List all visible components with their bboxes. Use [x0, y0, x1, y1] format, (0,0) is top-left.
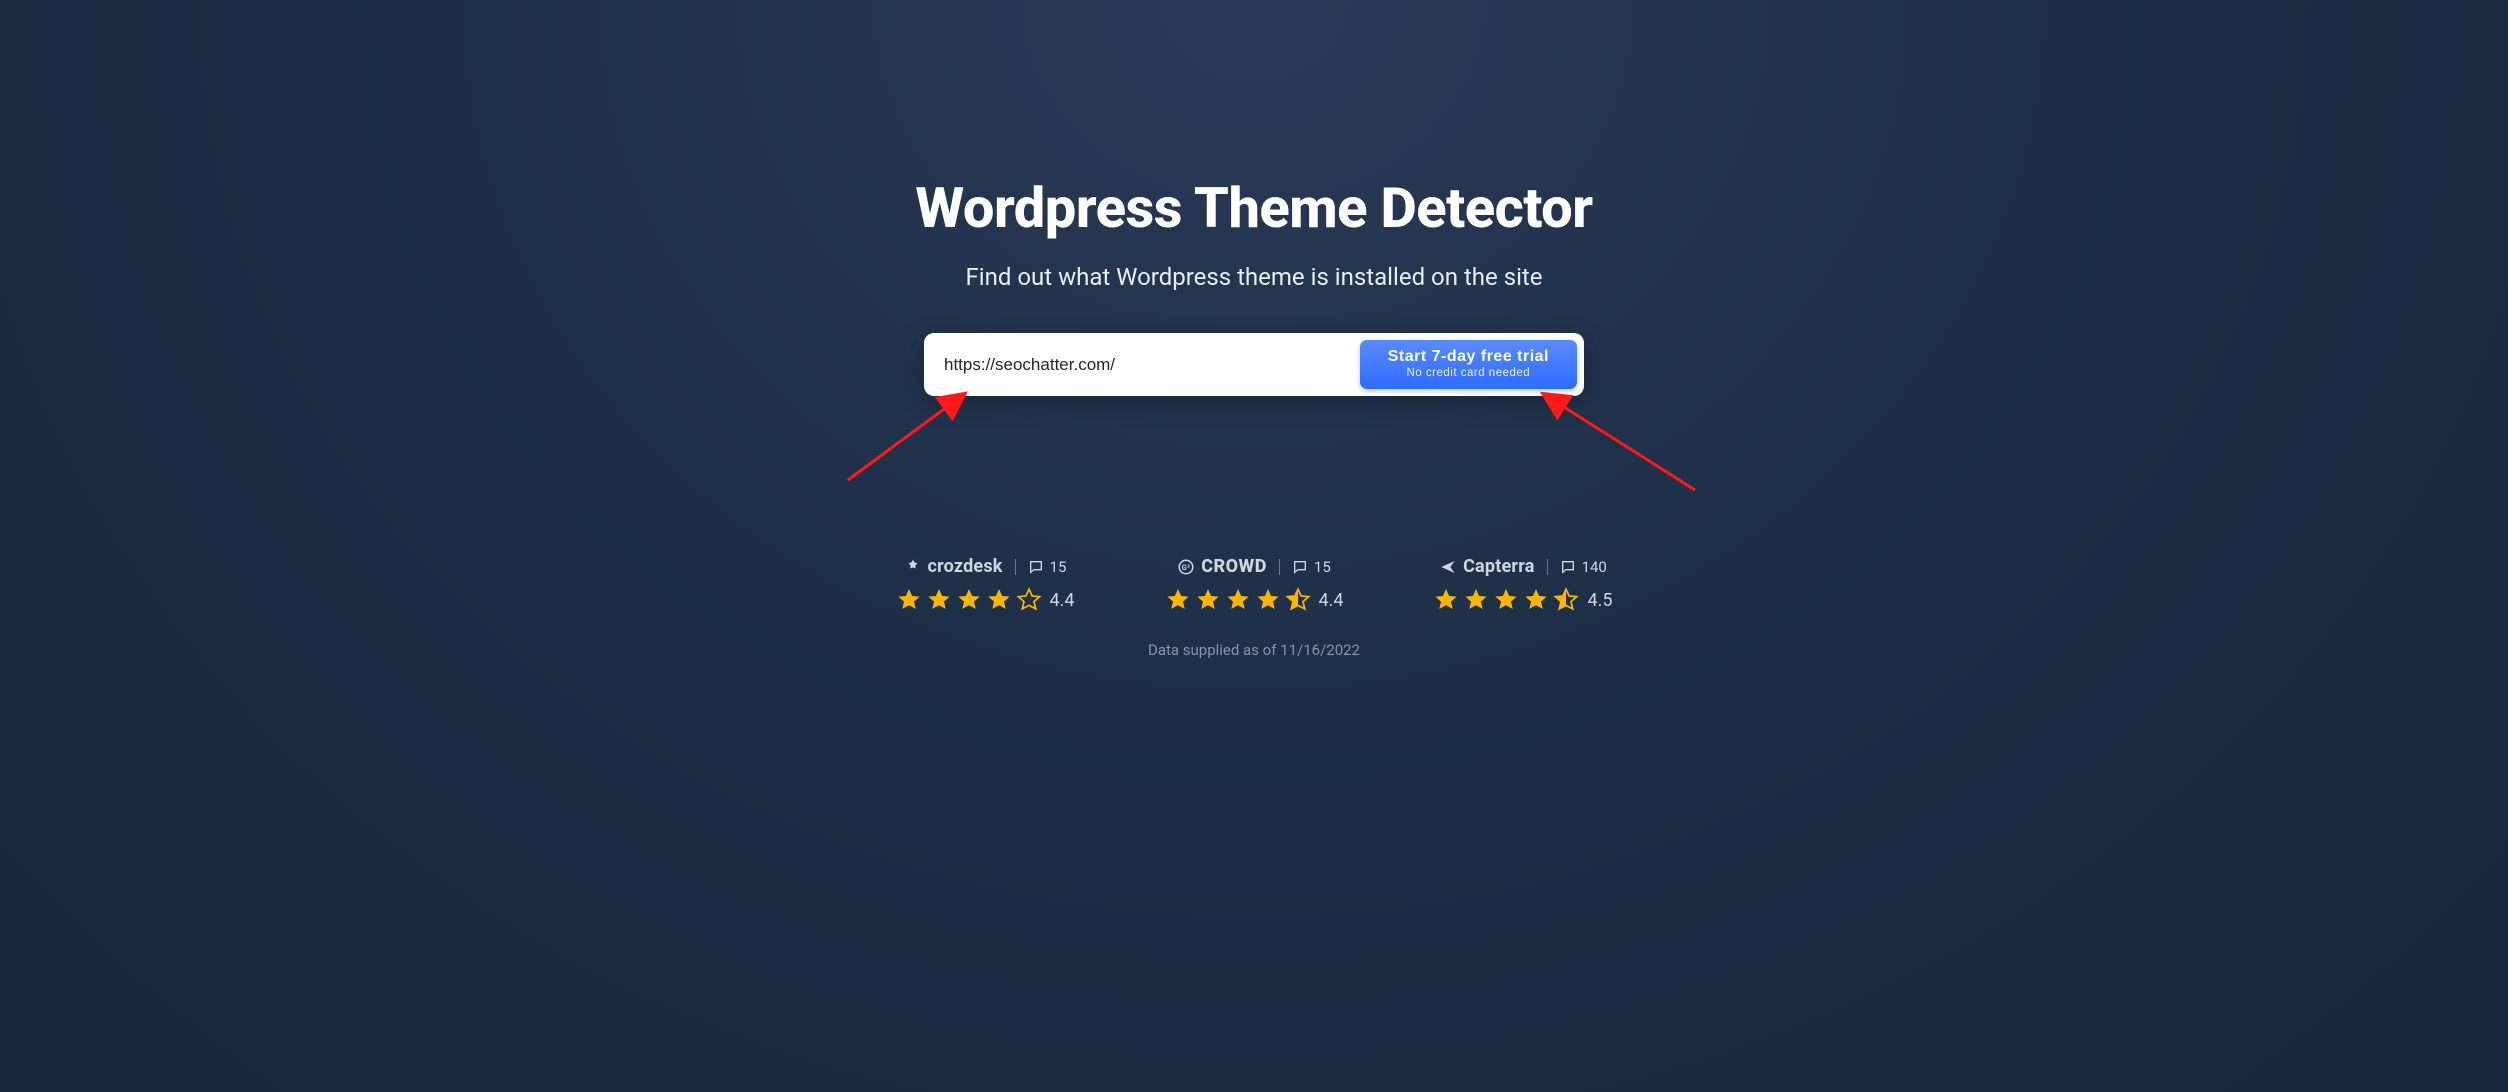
rating-crozdesk: crozdesk 15 4.4 [896, 556, 1075, 613]
stars-row: 4.5 [1433, 587, 1612, 613]
brand-text: CROWD [1201, 556, 1267, 577]
page-subtitle: Find out what Wordpress theme is install… [470, 263, 2038, 291]
cta-main-label: Start 7-day free trial [1388, 348, 1549, 366]
rating-brand-row: crozdesk 15 [904, 556, 1067, 577]
stars [1433, 587, 1579, 613]
reviews-number: 15 [1314, 558, 1331, 576]
brand-text: Capterra [1463, 556, 1534, 577]
divider [1279, 559, 1280, 575]
hero-section: Wordpress Theme Detector Find out what W… [470, 0, 2038, 659]
divider [1547, 559, 1548, 575]
rating-score: 4.4 [1050, 590, 1075, 611]
svg-text:G²: G² [1182, 563, 1191, 572]
reviews-count: 15 [1292, 558, 1331, 576]
page-title: Wordpress Theme Detector [470, 175, 2038, 241]
brand-text: crozdesk [928, 556, 1003, 577]
annotation-arrow-left-icon [843, 385, 983, 485]
annotation-arrow-right-icon [1530, 385, 1700, 495]
stars-row: 4.4 [896, 587, 1075, 613]
rating-capterra: Capterra 140 4.5 [1433, 556, 1612, 613]
crozdesk-icon [904, 558, 922, 576]
data-supplied-note: Data supplied as of 11/16/2022 [470, 641, 2038, 659]
stars [1165, 587, 1311, 613]
brand-label: crozdesk [904, 556, 1003, 577]
rating-g2crowd: G² CROWD 15 4.4 [1165, 556, 1344, 613]
capterra-icon [1439, 558, 1457, 576]
stars-row: 4.4 [1165, 587, 1344, 613]
g2-icon: G² [1177, 558, 1195, 576]
rating-brand-row: Capterra 140 [1439, 556, 1607, 577]
rating-score: 4.4 [1319, 590, 1344, 611]
brand-label: G² CROWD [1177, 556, 1267, 577]
rating-score: 4.5 [1587, 590, 1612, 611]
divider [1015, 559, 1016, 575]
chat-icon [1560, 559, 1576, 575]
chat-icon [1292, 559, 1308, 575]
reviews-number: 140 [1582, 558, 1607, 576]
reviews-count: 15 [1028, 558, 1067, 576]
ratings-row: crozdesk 15 4.4 G² [470, 556, 2038, 613]
reviews-count: 140 [1560, 558, 1607, 576]
chat-icon [1028, 559, 1044, 575]
brand-label: Capterra [1439, 556, 1534, 577]
cta-sub-label: No credit card needed [1388, 367, 1549, 379]
start-trial-button[interactable]: Start 7-day free trial No credit card ne… [1360, 340, 1577, 389]
url-input[interactable] [944, 343, 1350, 387]
stars [896, 587, 1042, 613]
rating-brand-row: G² CROWD 15 [1177, 556, 1331, 577]
url-form: Start 7-day free trial No credit card ne… [924, 333, 1584, 396]
reviews-number: 15 [1050, 558, 1067, 576]
